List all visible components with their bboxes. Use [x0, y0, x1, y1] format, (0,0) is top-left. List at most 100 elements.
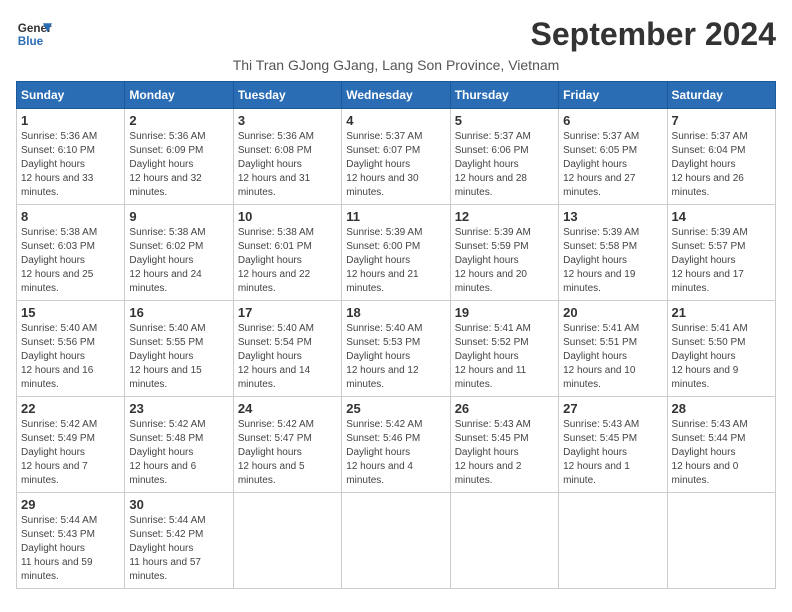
- day-number: 23: [129, 401, 228, 416]
- day-info: Sunrise: 5:42 AM Sunset: 5:46 PM Dayligh…: [346, 418, 445, 488]
- day-number: 22: [21, 401, 120, 416]
- day-info: Sunrise: 5:36 AM Sunset: 6:09 PM Dayligh…: [129, 130, 228, 200]
- calendar-cell: [667, 493, 775, 589]
- calendar-cell: 16 Sunrise: 5:40 AM Sunset: 5:55 PM Dayl…: [125, 301, 233, 397]
- column-header-saturday: Saturday: [667, 82, 775, 109]
- day-number: 15: [21, 305, 120, 320]
- calendar-cell: 25 Sunrise: 5:42 AM Sunset: 5:46 PM Dayl…: [342, 397, 450, 493]
- calendar-cell: 26 Sunrise: 5:43 AM Sunset: 5:45 PM Dayl…: [450, 397, 558, 493]
- day-number: 7: [672, 113, 771, 128]
- day-number: 4: [346, 113, 445, 128]
- calendar-cell: 9 Sunrise: 5:38 AM Sunset: 6:02 PM Dayli…: [125, 205, 233, 301]
- week-row-5: 29 Sunrise: 5:44 AM Sunset: 5:43 PM Dayl…: [17, 493, 776, 589]
- calendar-cell: 17 Sunrise: 5:40 AM Sunset: 5:54 PM Dayl…: [233, 301, 341, 397]
- day-number: 29: [21, 497, 120, 512]
- calendar-cell: 11 Sunrise: 5:39 AM Sunset: 6:00 PM Dayl…: [342, 205, 450, 301]
- day-number: 10: [238, 209, 337, 224]
- day-number: 28: [672, 401, 771, 416]
- day-number: 12: [455, 209, 554, 224]
- week-row-1: 1 Sunrise: 5:36 AM Sunset: 6:10 PM Dayli…: [17, 109, 776, 205]
- day-number: 24: [238, 401, 337, 416]
- day-info: Sunrise: 5:44 AM Sunset: 5:42 PM Dayligh…: [129, 514, 228, 584]
- calendar-cell: 10 Sunrise: 5:38 AM Sunset: 6:01 PM Dayl…: [233, 205, 341, 301]
- calendar-cell: 24 Sunrise: 5:42 AM Sunset: 5:47 PM Dayl…: [233, 397, 341, 493]
- day-info: Sunrise: 5:43 AM Sunset: 5:45 PM Dayligh…: [563, 418, 662, 488]
- page-header: General Blue September 2024: [16, 16, 776, 53]
- calendar-cell: 21 Sunrise: 5:41 AM Sunset: 5:50 PM Dayl…: [667, 301, 775, 397]
- column-header-wednesday: Wednesday: [342, 82, 450, 109]
- day-info: Sunrise: 5:38 AM Sunset: 6:01 PM Dayligh…: [238, 226, 337, 296]
- day-info: Sunrise: 5:40 AM Sunset: 5:53 PM Dayligh…: [346, 322, 445, 392]
- day-number: 14: [672, 209, 771, 224]
- day-info: Sunrise: 5:37 AM Sunset: 6:04 PM Dayligh…: [672, 130, 771, 200]
- day-number: 30: [129, 497, 228, 512]
- column-header-tuesday: Tuesday: [233, 82, 341, 109]
- column-header-friday: Friday: [559, 82, 667, 109]
- calendar-cell: 12 Sunrise: 5:39 AM Sunset: 5:59 PM Dayl…: [450, 205, 558, 301]
- calendar-cell: 7 Sunrise: 5:37 AM Sunset: 6:04 PM Dayli…: [667, 109, 775, 205]
- day-info: Sunrise: 5:42 AM Sunset: 5:48 PM Dayligh…: [129, 418, 228, 488]
- calendar-cell: [233, 493, 341, 589]
- day-info: Sunrise: 5:43 AM Sunset: 5:44 PM Dayligh…: [672, 418, 771, 488]
- location-subtitle: Thi Tran GJong GJang, Lang Son Province,…: [16, 57, 776, 73]
- calendar-cell: [450, 493, 558, 589]
- day-info: Sunrise: 5:40 AM Sunset: 5:55 PM Dayligh…: [129, 322, 228, 392]
- day-number: 21: [672, 305, 771, 320]
- day-info: Sunrise: 5:41 AM Sunset: 5:51 PM Dayligh…: [563, 322, 662, 392]
- day-info: Sunrise: 5:39 AM Sunset: 5:57 PM Dayligh…: [672, 226, 771, 296]
- day-number: 8: [21, 209, 120, 224]
- calendar-cell: 6 Sunrise: 5:37 AM Sunset: 6:05 PM Dayli…: [559, 109, 667, 205]
- day-info: Sunrise: 5:39 AM Sunset: 5:58 PM Dayligh…: [563, 226, 662, 296]
- svg-text:Blue: Blue: [18, 35, 44, 48]
- day-info: Sunrise: 5:42 AM Sunset: 5:49 PM Dayligh…: [21, 418, 120, 488]
- day-info: Sunrise: 5:41 AM Sunset: 5:52 PM Dayligh…: [455, 322, 554, 392]
- day-number: 26: [455, 401, 554, 416]
- calendar-cell: 20 Sunrise: 5:41 AM Sunset: 5:51 PM Dayl…: [559, 301, 667, 397]
- calendar-cell: 3 Sunrise: 5:36 AM Sunset: 6:08 PM Dayli…: [233, 109, 341, 205]
- day-info: Sunrise: 5:38 AM Sunset: 6:03 PM Dayligh…: [21, 226, 120, 296]
- day-info: Sunrise: 5:39 AM Sunset: 6:00 PM Dayligh…: [346, 226, 445, 296]
- calendar-cell: 5 Sunrise: 5:37 AM Sunset: 6:06 PM Dayli…: [450, 109, 558, 205]
- day-number: 5: [455, 113, 554, 128]
- day-info: Sunrise: 5:36 AM Sunset: 6:08 PM Dayligh…: [238, 130, 337, 200]
- day-number: 6: [563, 113, 662, 128]
- calendar-cell: 15 Sunrise: 5:40 AM Sunset: 5:56 PM Dayl…: [17, 301, 125, 397]
- calendar-cell: 27 Sunrise: 5:43 AM Sunset: 5:45 PM Dayl…: [559, 397, 667, 493]
- day-info: Sunrise: 5:40 AM Sunset: 5:54 PM Dayligh…: [238, 322, 337, 392]
- day-info: Sunrise: 5:36 AM Sunset: 6:10 PM Dayligh…: [21, 130, 120, 200]
- day-number: 17: [238, 305, 337, 320]
- calendar-cell: 14 Sunrise: 5:39 AM Sunset: 5:57 PM Dayl…: [667, 205, 775, 301]
- day-info: Sunrise: 5:37 AM Sunset: 6:05 PM Dayligh…: [563, 130, 662, 200]
- day-info: Sunrise: 5:39 AM Sunset: 5:59 PM Dayligh…: [455, 226, 554, 296]
- day-number: 20: [563, 305, 662, 320]
- day-number: 1: [21, 113, 120, 128]
- calendar-cell: 30 Sunrise: 5:44 AM Sunset: 5:42 PM Dayl…: [125, 493, 233, 589]
- calendar-cell: 19 Sunrise: 5:41 AM Sunset: 5:52 PM Dayl…: [450, 301, 558, 397]
- day-info: Sunrise: 5:41 AM Sunset: 5:50 PM Dayligh…: [672, 322, 771, 392]
- week-row-3: 15 Sunrise: 5:40 AM Sunset: 5:56 PM Dayl…: [17, 301, 776, 397]
- calendar-cell: 4 Sunrise: 5:37 AM Sunset: 6:07 PM Dayli…: [342, 109, 450, 205]
- calendar-cell: [559, 493, 667, 589]
- logo: General Blue: [16, 16, 52, 52]
- column-header-sunday: Sunday: [17, 82, 125, 109]
- day-info: Sunrise: 5:37 AM Sunset: 6:07 PM Dayligh…: [346, 130, 445, 200]
- day-number: 9: [129, 209, 228, 224]
- month-title: September 2024: [531, 16, 776, 53]
- day-number: 11: [346, 209, 445, 224]
- calendar-cell: 29 Sunrise: 5:44 AM Sunset: 5:43 PM Dayl…: [17, 493, 125, 589]
- calendar-cell: 8 Sunrise: 5:38 AM Sunset: 6:03 PM Dayli…: [17, 205, 125, 301]
- title-block: September 2024: [531, 16, 776, 53]
- column-header-monday: Monday: [125, 82, 233, 109]
- day-number: 16: [129, 305, 228, 320]
- calendar-cell: [342, 493, 450, 589]
- day-number: 25: [346, 401, 445, 416]
- day-info: Sunrise: 5:40 AM Sunset: 5:56 PM Dayligh…: [21, 322, 120, 392]
- week-row-2: 8 Sunrise: 5:38 AM Sunset: 6:03 PM Dayli…: [17, 205, 776, 301]
- header-row: SundayMondayTuesdayWednesdayThursdayFrid…: [17, 82, 776, 109]
- calendar-cell: 13 Sunrise: 5:39 AM Sunset: 5:58 PM Dayl…: [559, 205, 667, 301]
- day-info: Sunrise: 5:44 AM Sunset: 5:43 PM Dayligh…: [21, 514, 120, 584]
- calendar-cell: 2 Sunrise: 5:36 AM Sunset: 6:09 PM Dayli…: [125, 109, 233, 205]
- day-number: 27: [563, 401, 662, 416]
- day-number: 3: [238, 113, 337, 128]
- logo-icon: General Blue: [16, 16, 52, 52]
